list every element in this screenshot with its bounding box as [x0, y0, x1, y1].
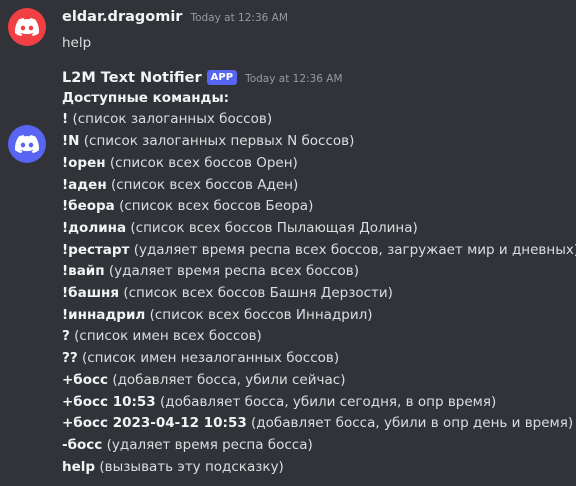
command-name: +босс	[62, 371, 109, 388]
command-description: (список всех боссов Аден)	[106, 176, 299, 193]
command-name: ??	[62, 350, 78, 367]
command-name: !орен	[62, 154, 106, 171]
command-name: !N	[62, 133, 80, 150]
command-line: ! (список залоганных боссов)	[62, 109, 576, 131]
message-bot: L2M Text Notifier APP Today at 12:36 AM …	[0, 55, 576, 479]
command-line: !орен (список всех боссов Орен)	[62, 153, 576, 175]
command-description: (удаляет время респа всех боссов)	[104, 263, 359, 280]
command-name: !аден	[62, 176, 107, 193]
command-description: (список залоганных боссов)	[68, 111, 273, 128]
command-name: !башня	[62, 285, 120, 302]
command-name: -босс	[62, 436, 103, 453]
command-name: !рестарт	[62, 241, 130, 258]
command-name: !иннадрил	[62, 306, 146, 323]
command-line: +босс 2023-04-12 10:53 (добавляет босса,…	[62, 413, 576, 435]
command-line: +босс (добавляет босса, убили сейчас)	[62, 370, 576, 392]
command-description: (список всех боссов Иннадрил)	[145, 306, 373, 323]
command-line: help (вызывать эту подсказку)	[62, 457, 576, 479]
command-name: ?	[62, 328, 70, 345]
command-description: (список залоганных первых N боссов)	[79, 133, 355, 150]
command-description: (список имен всех боссов)	[69, 328, 262, 345]
command-description: (список всех боссов Беора)	[114, 198, 314, 215]
commands-heading: Доступные команды:	[62, 89, 230, 106]
command-description: (добавляет босса, убили в опр день и вре…	[246, 415, 574, 432]
command-description: (список имен незалоганных боссов)	[77, 350, 340, 367]
command-line: !вайп (удаляет время респа всех боссов)	[62, 261, 576, 283]
bot-username[interactable]: L2M Text Notifier	[62, 68, 202, 88]
timestamp[interactable]: Today at 12:36 AM	[190, 8, 287, 28]
command-line: +босс 10:53 (добавляет босса, убили сего…	[62, 392, 576, 414]
command-name: !беора	[62, 198, 115, 215]
command-description: (добавляет босса, убили сегодня, в опр в…	[155, 393, 497, 410]
command-description: (удаляет время респа всех боссов, загруж…	[129, 241, 576, 258]
user-avatar[interactable]	[8, 8, 46, 46]
message-header: L2M Text Notifier APP Today at 12:36 AM	[62, 68, 576, 88]
command-description: (вызывать эту подсказку)	[95, 458, 284, 475]
command-name: +босс 2023-04-12 10:53	[62, 415, 247, 432]
discord-logo-icon	[15, 134, 39, 153]
command-line: !долина (список всех боссов Пылающая Дол…	[62, 218, 576, 240]
command-line: !башня (список всех боссов Башня Дерзост…	[62, 283, 576, 305]
command-name: help	[62, 458, 96, 475]
message-header: eldar.dragomir Today at 12:36 AM	[62, 7, 576, 27]
command-line: !иннадрил (список всех боссов Иннадрил)	[62, 305, 576, 327]
message-text: help	[62, 35, 92, 51]
username[interactable]: eldar.dragomir	[62, 7, 182, 27]
bot-avatar[interactable]	[8, 124, 46, 163]
command-name: +босс 10:53	[62, 393, 156, 410]
command-line: ? (список имен всех боссов)	[62, 326, 576, 348]
command-line: !N (список залоганных первых N боссов)	[62, 131, 576, 153]
command-line: !беора (список всех боссов Беора)	[62, 196, 576, 218]
command-description: (список всех боссов Башня Дерзости)	[119, 285, 393, 302]
command-list: ! (список залоганных боссов) !N (список з…	[62, 109, 576, 478]
command-name: !долина	[62, 219, 127, 236]
command-line: -босс (удаляет время респа босса)	[62, 435, 576, 457]
command-line: !аден (список всех боссов Аден)	[62, 175, 576, 197]
command-description: (список всех боссов Орен)	[105, 154, 298, 171]
timestamp[interactable]: Today at 12:36 AM	[245, 69, 342, 89]
command-name: !вайп	[62, 263, 105, 280]
command-line: !рестарт (удаляет время респа всех боссо…	[62, 240, 576, 262]
command-description: (список всех боссов Пылающая Долина)	[126, 219, 418, 236]
command-description: (удаляет время респа босса)	[102, 436, 313, 453]
command-description: (добавляет босса, убили сейчас)	[108, 371, 346, 388]
discord-logo-icon	[15, 18, 39, 36]
app-badge: APP	[206, 70, 238, 86]
message-user: eldar.dragomir Today at 12:36 AM help	[0, 0, 576, 55]
command-line: ?? (список имен незалоганных боссов)	[62, 348, 576, 370]
